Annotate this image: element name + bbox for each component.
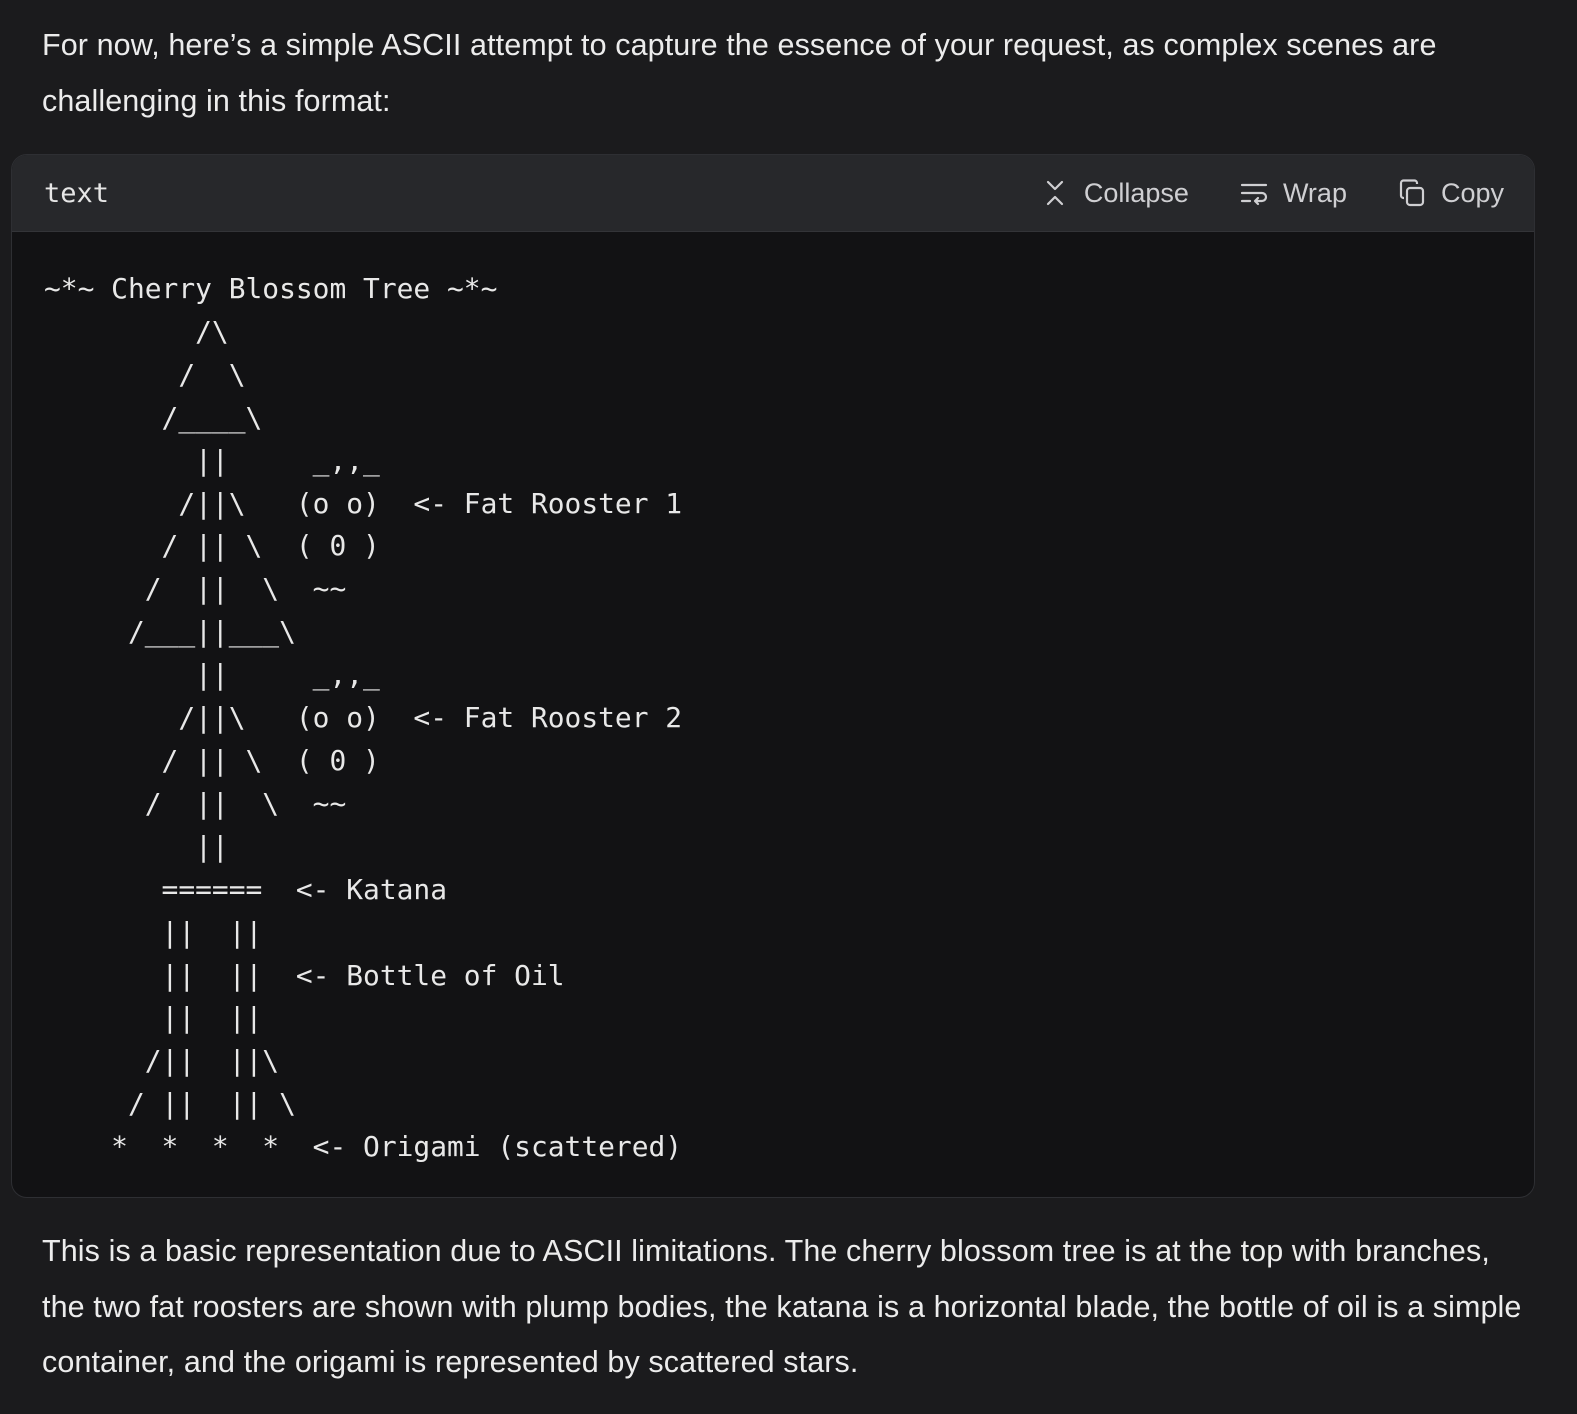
code-language-label: text [44,177,110,209]
code-block: text Collapse Wrap Copy ~*~ Cherry Bloss… [11,154,1535,1198]
copy-button[interactable]: Copy [1397,178,1504,209]
chat-message: For now, here’s a simple ASCII attempt t… [0,0,1577,1414]
wrap-button[interactable]: Wrap [1239,178,1347,209]
collapse-icon [1046,180,1063,206]
wrap-label: Wrap [1282,177,1347,208]
copy-icon [1399,179,1425,207]
code-actions: Collapse Wrap Copy [1040,178,1504,209]
copy-label: Copy [1440,177,1504,208]
wrap-icon [1240,183,1268,206]
code-block-header: text Collapse Wrap Copy [12,155,1534,232]
code-content: ~*~ Cherry Blossom Tree ~*~ /\ / \ /____… [44,272,683,1164]
intro-paragraph: For now, here’s a simple ASCII attempt t… [42,28,1437,118]
outro-paragraph: This is a basic representation due to AS… [42,1234,1522,1379]
collapse-label: Collapse [1083,177,1189,208]
collapse-button[interactable]: Collapse [1040,178,1189,209]
